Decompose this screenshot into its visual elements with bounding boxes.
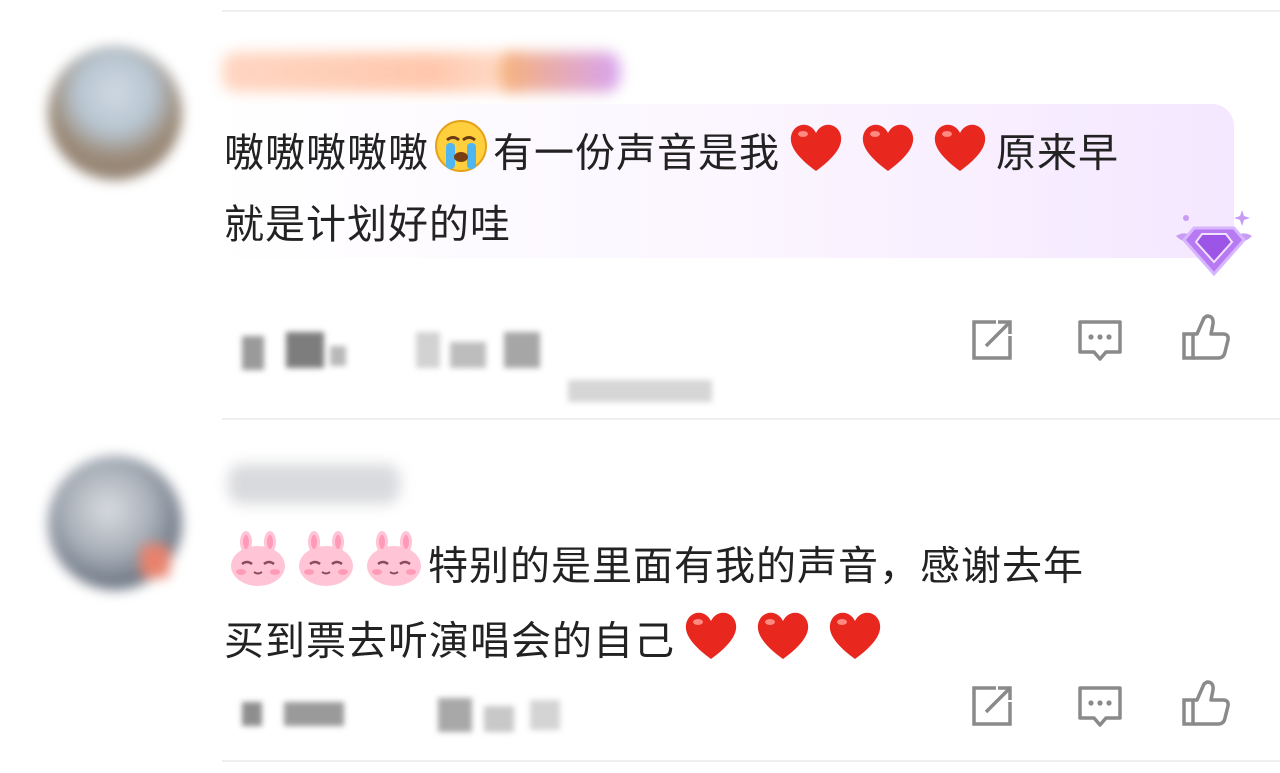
- red-heart-icon: [681, 607, 741, 680]
- thumbs-up-icon: [1182, 314, 1230, 360]
- red-heart-icon: [930, 119, 990, 192]
- thumbs-up-icon: [1182, 680, 1230, 726]
- avatar[interactable]: [48, 46, 182, 180]
- share-button[interactable]: [966, 314, 1018, 366]
- share-button[interactable]: [966, 680, 1018, 732]
- comment-text: 嗷嗷嗷嗷嗷 有一份声音是我 原来早 就是计划好的哇: [224, 118, 1119, 257]
- red-heart-icon: [786, 119, 846, 192]
- username-blurred[interactable]: [222, 52, 522, 92]
- share-icon: [972, 320, 1012, 360]
- comment-meta-blurred: [240, 696, 570, 736]
- red-heart-icon: [825, 607, 885, 680]
- like-button[interactable]: [1180, 678, 1232, 730]
- comment-divider: [222, 418, 1280, 420]
- comment-button[interactable]: [1074, 680, 1126, 732]
- loudly-crying-face-icon: [433, 118, 489, 193]
- user-level-badge: [500, 52, 620, 92]
- top-divider: [222, 10, 1280, 12]
- red-heart-icon: [858, 119, 918, 192]
- red-heart-icon: [753, 607, 813, 680]
- comment-icon: [1078, 686, 1122, 727]
- comment-meta-blurred-2: [568, 376, 712, 406]
- bottom-divider: [222, 760, 1280, 762]
- comment-icon: [1078, 320, 1122, 361]
- pink-bunny-sticker-icon: [296, 530, 356, 607]
- pink-bunny-sticker-icon: [228, 530, 288, 607]
- comment-meta-blurred: [240, 328, 560, 372]
- like-button[interactable]: [1180, 312, 1232, 364]
- avatar[interactable]: [48, 456, 182, 590]
- share-icon: [972, 686, 1012, 726]
- pink-bunny-sticker-icon: [364, 530, 424, 607]
- comment-text: 特别的是里面有我的声音，感谢去年 买到票去听演唱会的自己: [224, 530, 1084, 680]
- purple-diamond-badge-icon: [1172, 206, 1256, 278]
- username-blurred[interactable]: [228, 464, 400, 504]
- comment-button[interactable]: [1074, 314, 1126, 366]
